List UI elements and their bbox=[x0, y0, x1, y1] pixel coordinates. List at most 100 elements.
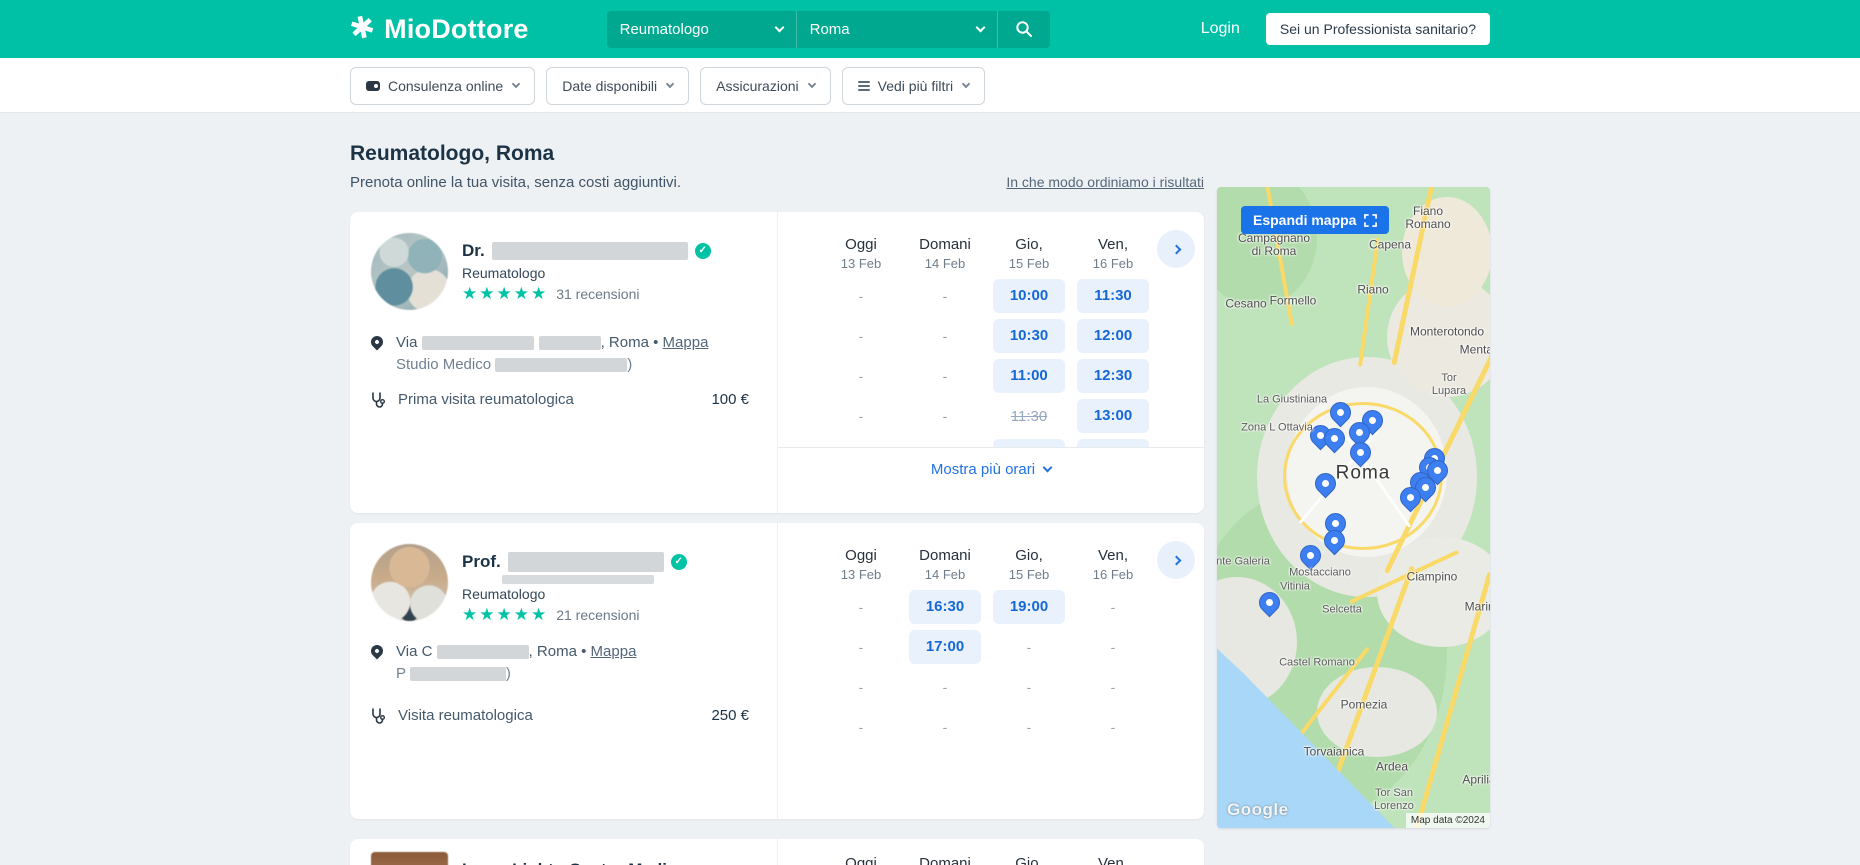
slot-partial bbox=[987, 439, 1071, 447]
professional-signup-button[interactable]: Sei un Professionista sanitario? bbox=[1266, 13, 1490, 45]
time-slot[interactable]: 10:00 bbox=[987, 279, 1071, 313]
top-header: ✱ MioDottore Reumatologo Roma Login Sei … bbox=[0, 0, 1860, 58]
map-place-label: Zona L Ottavia bbox=[1241, 422, 1313, 435]
calendar-next-button[interactable] bbox=[1157, 541, 1195, 579]
chevron-right-icon bbox=[1171, 244, 1181, 254]
map-pin-icon[interactable] bbox=[1296, 541, 1326, 571]
time-slot[interactable]: 19:00 bbox=[987, 590, 1071, 624]
doctor-card: Laser Light - Centro Medico Oggi13 FebDo… bbox=[350, 839, 1204, 865]
map-place-label: Campagnano di Roma bbox=[1238, 232, 1310, 258]
slot-empty: - bbox=[819, 359, 903, 393]
service-name: Prima visita reumatologica bbox=[398, 391, 698, 408]
slot-empty: - bbox=[903, 359, 987, 393]
search-bar: Reumatologo Roma bbox=[607, 11, 1050, 48]
time-slot-label[interactable]: 12:00 bbox=[1077, 319, 1149, 353]
expand-map-button[interactable]: Espandi mappa bbox=[1241, 206, 1389, 234]
map-place-label: Tor San Lorenzo bbox=[1374, 787, 1414, 813]
calendar-day-header: Oggi13 Feb bbox=[819, 547, 903, 582]
calendar-days: Oggi13 FebDomani14 FebGio,15 FebVen,16 F… bbox=[778, 547, 1204, 582]
doctor-name[interactable]: Prof. bbox=[462, 552, 687, 572]
calendar-day-header: Domani14 Feb bbox=[903, 855, 987, 865]
time-slot-label bbox=[1077, 439, 1149, 447]
chevron-down-icon bbox=[666, 79, 674, 87]
filters-icon bbox=[858, 81, 870, 91]
filter-available-dates[interactable]: Date disponibili bbox=[546, 67, 689, 105]
map-place-label: Aprilia bbox=[1462, 774, 1490, 787]
login-link[interactable]: Login bbox=[1201, 20, 1240, 38]
expand-icon bbox=[1364, 214, 1377, 227]
time-slot-label[interactable]: 12:30 bbox=[1077, 359, 1149, 393]
calendar-day-header: Gio,15 Feb bbox=[987, 547, 1071, 582]
map-place-label: Ardea bbox=[1376, 761, 1408, 774]
time-slot-label[interactable]: 11:30 bbox=[1077, 279, 1149, 313]
stethoscope-icon bbox=[371, 708, 385, 724]
clinic-name[interactable]: Laser Light - Centro Medico bbox=[462, 860, 687, 865]
slot-empty: - bbox=[819, 279, 903, 313]
map-attribution: Map data ©2024 bbox=[1406, 813, 1490, 828]
time-slot-label[interactable]: 13:00 bbox=[1077, 399, 1149, 433]
time-slot-label bbox=[993, 439, 1065, 447]
time-slot-label[interactable]: 19:00 bbox=[993, 590, 1065, 624]
time-slot[interactable]: 11:30 bbox=[1071, 279, 1155, 313]
calendar-days: Oggi13 FebDomani14 FebGio,15 FebVen,16 F… bbox=[778, 236, 1204, 271]
location-select[interactable]: Roma bbox=[797, 11, 998, 48]
time-slot[interactable]: 12:30 bbox=[1071, 359, 1155, 393]
search-button[interactable] bbox=[998, 11, 1050, 48]
map-pin-icon[interactable] bbox=[1255, 588, 1285, 618]
time-slot[interactable]: 13:00 bbox=[1071, 399, 1155, 433]
filter-online-consultation[interactable]: Consulenza online bbox=[350, 67, 535, 105]
time-slot-label[interactable]: 16:30 bbox=[909, 590, 981, 624]
doctor-avatar[interactable] bbox=[371, 544, 448, 621]
map-link[interactable]: Mappa bbox=[663, 334, 709, 351]
slot-empty: - bbox=[819, 630, 903, 664]
time-slot[interactable]: 17:00 bbox=[903, 630, 987, 664]
show-more-times-button[interactable]: Mostra più orari bbox=[931, 461, 1051, 478]
reviews-count[interactable]: 21 recensioni bbox=[556, 607, 639, 623]
slot-empty: - bbox=[903, 279, 987, 313]
map-pin-icon[interactable] bbox=[1320, 526, 1350, 556]
time-slot-label[interactable]: 11:00 bbox=[993, 359, 1065, 393]
doctor-address: Via , Roma • Mappa bbox=[396, 332, 708, 354]
redacted-name bbox=[508, 552, 664, 572]
stethoscope-icon bbox=[371, 392, 385, 408]
map-pin-icon[interactable] bbox=[1346, 438, 1376, 468]
filter-insurance[interactable]: Assicurazioni bbox=[700, 67, 830, 105]
time-slot-label[interactable]: 17:00 bbox=[909, 630, 981, 664]
time-slot-label[interactable]: 10:00 bbox=[993, 279, 1065, 313]
sort-info-link[interactable]: In che modo ordiniamo i risultati bbox=[1006, 174, 1204, 190]
verified-icon bbox=[671, 554, 687, 570]
service-price: 100 € bbox=[711, 391, 749, 408]
filter-more[interactable]: Vedi più filtri bbox=[842, 67, 985, 105]
chevron-down-icon bbox=[975, 22, 985, 32]
chevron-right-icon bbox=[1171, 555, 1181, 565]
online-consultation-icon bbox=[366, 81, 380, 91]
clinic-avatar[interactable] bbox=[371, 852, 448, 865]
time-slot[interactable]: 10:30 bbox=[987, 319, 1071, 353]
doctor-name[interactable]: Dr. bbox=[462, 241, 711, 261]
doctor-avatar[interactable] bbox=[371, 233, 448, 310]
reviews-count[interactable]: 31 recensioni bbox=[556, 286, 639, 302]
time-slot-label[interactable]: 10:30 bbox=[993, 319, 1065, 353]
results-column: Reumatologo, Roma Prenota online la tua … bbox=[350, 113, 1204, 865]
specialty-select[interactable]: Reumatologo bbox=[607, 11, 797, 48]
map-place-label: Tor Lupara bbox=[1429, 372, 1470, 398]
slot-empty: - bbox=[903, 319, 987, 353]
map-link[interactable]: Mappa bbox=[591, 643, 637, 660]
brand-logo[interactable]: ✱ MioDottore bbox=[350, 14, 529, 45]
calendar-next-button[interactable] bbox=[1157, 230, 1195, 268]
slot-empty: - bbox=[819, 319, 903, 353]
map-pin-icon[interactable] bbox=[1311, 469, 1341, 499]
time-slot[interactable]: 12:00 bbox=[1071, 319, 1155, 353]
chevron-down-icon bbox=[1043, 463, 1053, 473]
map-place-label: Capena bbox=[1369, 239, 1411, 252]
redacted-name bbox=[502, 575, 654, 584]
calendar-day-header: Ven,16 Feb bbox=[1071, 547, 1155, 582]
rating-stars: ★★★★★ bbox=[462, 285, 548, 302]
time-slot[interactable]: 11:00 bbox=[987, 359, 1071, 393]
map-place-label: Castel Romano bbox=[1279, 657, 1355, 670]
map-place-label: Pomezia bbox=[1341, 699, 1388, 712]
map-place-label: nte Galeria bbox=[1217, 556, 1270, 569]
time-slot[interactable]: 16:30 bbox=[903, 590, 987, 624]
map-panel[interactable]: Fiano RomanoCampagnano di RomaCapenaCesa… bbox=[1217, 187, 1490, 828]
map-pin-icon[interactable] bbox=[1326, 398, 1356, 428]
